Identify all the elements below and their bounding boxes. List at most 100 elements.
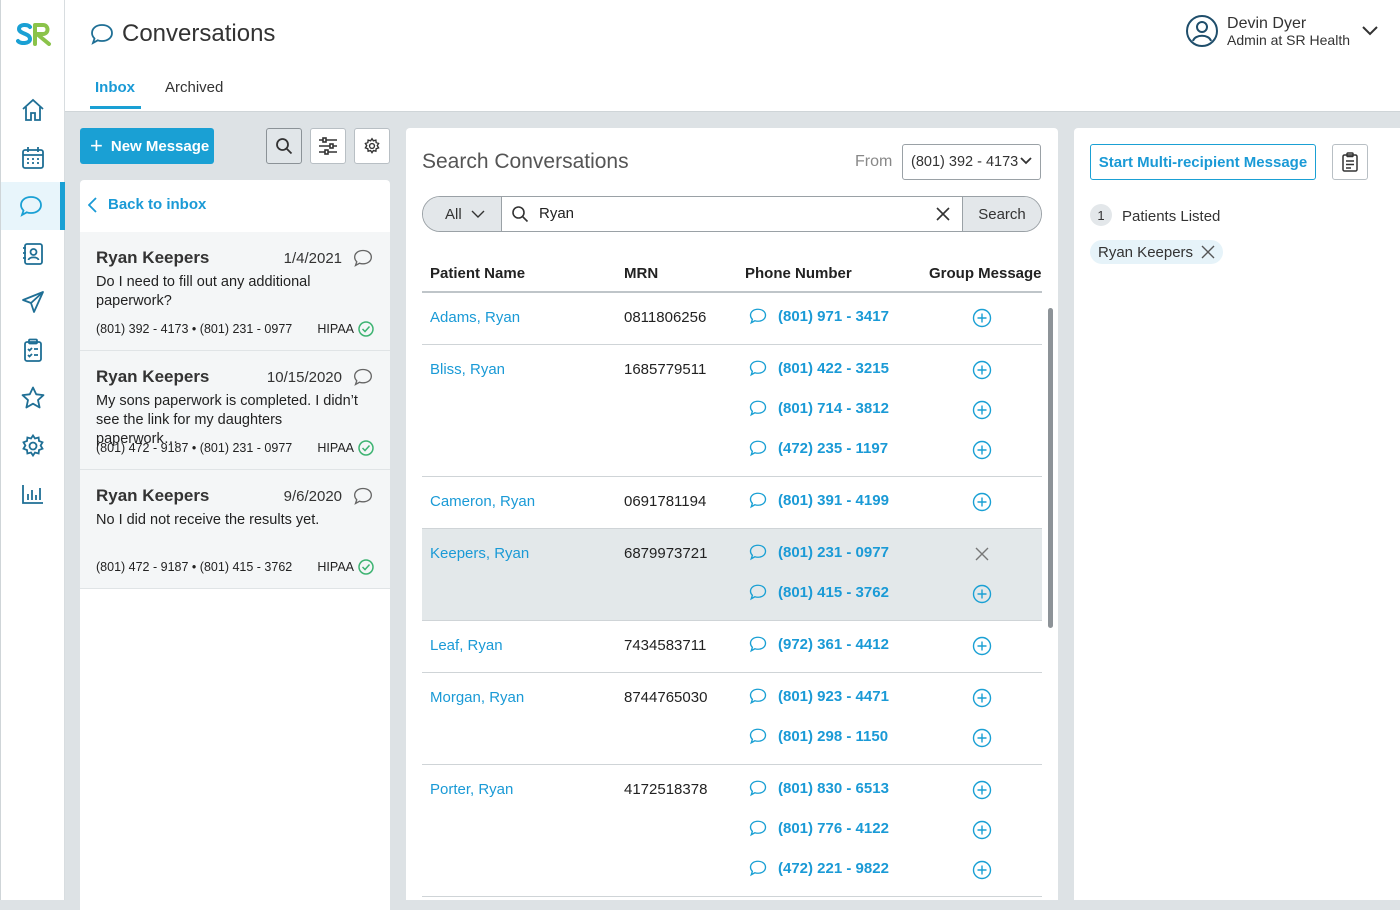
chat-bubble-icon bbox=[748, 819, 768, 837]
patient-name-link[interactable]: Leaf, Ryan bbox=[430, 637, 503, 654]
table-row[interactable]: Adams, Ryan 0811806256 (801) 971 - 3417 bbox=[422, 293, 1042, 345]
chevron-down-icon[interactable] bbox=[1362, 26, 1378, 36]
conversation-item[interactable]: Ryan Keepers 9/6/2020 No I did not recei… bbox=[80, 470, 390, 589]
nav-favorites[interactable] bbox=[1, 374, 65, 422]
add-to-group-icon[interactable] bbox=[972, 492, 992, 512]
nav-home[interactable] bbox=[1, 86, 65, 134]
add-to-group-icon[interactable] bbox=[972, 820, 992, 840]
add-to-group-icon[interactable] bbox=[972, 780, 992, 800]
phone-number-link[interactable]: (801) 422 - 3215 bbox=[748, 359, 889, 377]
nav-campaigns[interactable] bbox=[1, 278, 65, 326]
start-multi-recipient-button[interactable]: Start Multi-recipient Message bbox=[1090, 144, 1316, 180]
tab-inbox[interactable]: Inbox bbox=[95, 79, 135, 96]
patient-mrn: 0691781194 bbox=[624, 493, 707, 510]
table-row[interactable]: Leaf, Ryan 7434583711 (972) 361 - 4412 bbox=[422, 621, 1042, 673]
column-header-mrn[interactable]: MRN bbox=[624, 265, 658, 282]
chat-bubble-icon bbox=[748, 727, 768, 745]
add-to-group-icon[interactable] bbox=[972, 860, 992, 880]
phone-number-link[interactable]: (801) 776 - 4122 bbox=[748, 819, 889, 837]
add-to-group-icon[interactable] bbox=[972, 728, 992, 748]
nav-analytics[interactable] bbox=[1, 470, 65, 518]
page-title: Conversations bbox=[122, 20, 276, 47]
add-to-group-icon[interactable] bbox=[972, 400, 992, 420]
phone-number-link[interactable]: (801) 231 - 0977 bbox=[748, 543, 889, 561]
patient-name-link[interactable]: Morgan, Ryan bbox=[430, 689, 524, 706]
clear-search-icon[interactable] bbox=[935, 206, 951, 222]
add-to-group-icon[interactable] bbox=[972, 688, 992, 708]
search-input[interactable]: Ryan bbox=[539, 205, 574, 222]
search-toggle-button[interactable] bbox=[266, 128, 302, 164]
back-to-inbox-link[interactable]: Back to inbox bbox=[88, 196, 206, 213]
add-to-group-icon[interactable] bbox=[972, 636, 992, 656]
nav-settings[interactable] bbox=[1, 422, 65, 470]
clipboard-button[interactable] bbox=[1332, 144, 1368, 180]
conversation-preview: No I did not receive the results yet. bbox=[96, 512, 320, 528]
phone-number-text: (801) 415 - 3762 bbox=[778, 583, 889, 601]
table-row[interactable]: Cameron, Ryan 0691781194 (801) 391 - 4199 bbox=[422, 477, 1042, 529]
star-icon bbox=[21, 386, 45, 409]
patient-name-link[interactable]: Adams, Ryan bbox=[430, 309, 520, 326]
table-row[interactable]: Bliss, Ryan 1685779511 (801) 422 - 3215 (80… bbox=[422, 345, 1042, 477]
contacts-icon bbox=[23, 243, 43, 265]
patient-name-link[interactable]: Cameron, Ryan bbox=[430, 493, 535, 510]
add-to-group-icon[interactable] bbox=[972, 360, 992, 380]
inbox-settings-button[interactable] bbox=[354, 128, 390, 164]
conversation-item[interactable]: Ryan Keepers 10/15/2020 My sons paperwor… bbox=[80, 351, 390, 470]
conversation-name: Ryan Keepers bbox=[96, 367, 210, 386]
phone-number-text: (472) 221 - 9822 bbox=[778, 859, 889, 877]
phone-number-link[interactable]: (801) 971 - 3417 bbox=[748, 307, 889, 325]
phone-number-link[interactable]: (472) 221 - 9822 bbox=[748, 859, 889, 877]
add-to-group-icon[interactable] bbox=[972, 440, 992, 460]
nav-conversations[interactable] bbox=[1, 182, 65, 230]
user-menu[interactable]: Devin Dyer Admin at SR Health bbox=[1185, 14, 1378, 48]
chat-bubble-icon bbox=[748, 779, 768, 797]
multi-recipient-panel: Start Multi-recipient Message 1 Patients… bbox=[1074, 128, 1400, 900]
chat-bubble-icon bbox=[748, 439, 768, 457]
phone-number-link[interactable]: (801) 714 - 3812 bbox=[748, 399, 889, 417]
table-row[interactable]: Porter, Ryan 4172518378 (801) 830 - 6513 (8… bbox=[422, 765, 1042, 897]
remove-from-group-icon[interactable] bbox=[972, 544, 992, 564]
search-panel: Search Conversations From (801) 392 - 41… bbox=[406, 128, 1058, 900]
phone-number-link[interactable]: (472) 235 - 1197 bbox=[748, 439, 888, 457]
remove-icon[interactable] bbox=[1201, 245, 1215, 259]
column-header-phone-number[interactable]: Phone Number bbox=[745, 265, 852, 282]
clipboard-icon bbox=[24, 338, 42, 362]
filter-button[interactable] bbox=[310, 128, 346, 164]
phone-number-link[interactable]: (801) 415 - 3762 bbox=[748, 583, 889, 601]
chat-bubble-icon bbox=[352, 248, 374, 268]
column-header-patient-name[interactable]: Patient Name bbox=[430, 265, 525, 282]
patient-name-link[interactable]: Keepers, Ryan bbox=[430, 545, 529, 562]
column-header-group-message[interactable]: Group Message bbox=[929, 265, 1042, 282]
add-to-group-icon[interactable] bbox=[972, 584, 992, 604]
table-row[interactable]: Morgan, Ryan 8744765030 (801) 923 - 4471 (8… bbox=[422, 673, 1042, 765]
phone-number-link[interactable]: (801) 298 - 1150 bbox=[748, 727, 888, 745]
tab-archived[interactable]: Archived bbox=[165, 79, 223, 96]
app-logo[interactable] bbox=[16, 22, 52, 46]
conversation-numbers: (801) 472 - 9187 • (801) 415 - 3762 bbox=[96, 560, 293, 574]
patient-name-link[interactable]: Bliss, Ryan bbox=[430, 361, 505, 378]
recipient-chip: Ryan Keepers bbox=[1090, 240, 1224, 264]
nav-forms[interactable] bbox=[1, 326, 65, 374]
search-button[interactable]: Search bbox=[962, 197, 1041, 231]
nav-calendar[interactable] bbox=[1, 134, 65, 182]
search-filter-select[interactable]: All bbox=[423, 197, 502, 231]
new-message-button[interactable]: + New Message bbox=[80, 128, 214, 164]
nav-contacts[interactable] bbox=[1, 230, 65, 278]
chat-icon bbox=[19, 196, 42, 217]
phone-number-link[interactable]: (801) 391 - 4199 bbox=[748, 491, 889, 509]
patient-name-link[interactable]: Porter, Ryan bbox=[430, 781, 513, 798]
results-scrollbar[interactable] bbox=[1048, 308, 1053, 628]
conversation-item[interactable]: Ryan Keepers 1/4/2021 Do I need to fill … bbox=[80, 232, 390, 351]
phone-number-link[interactable]: (801) 923 - 4471 bbox=[748, 687, 889, 705]
back-label: Back to inbox bbox=[108, 196, 207, 213]
phone-number-link[interactable]: (972) 361 - 4412 bbox=[748, 635, 889, 653]
phone-number-text: (801) 776 - 4122 bbox=[778, 819, 889, 837]
patients-count: 1 bbox=[1090, 204, 1112, 226]
hipaa-badge: HIPAA bbox=[317, 321, 374, 337]
add-to-group-icon[interactable] bbox=[972, 308, 992, 328]
patient-mrn: 1685779511 bbox=[624, 361, 707, 378]
from-number-select[interactable]: (801) 392 - 4173 bbox=[902, 144, 1041, 180]
phone-number-link[interactable]: (801) 830 - 6513 bbox=[748, 779, 889, 797]
recipient-name: Ryan Keepers bbox=[1098, 243, 1194, 261]
table-row[interactable]: Keepers, Ryan 6879973721 (801) 231 - 0977 (… bbox=[422, 529, 1042, 621]
